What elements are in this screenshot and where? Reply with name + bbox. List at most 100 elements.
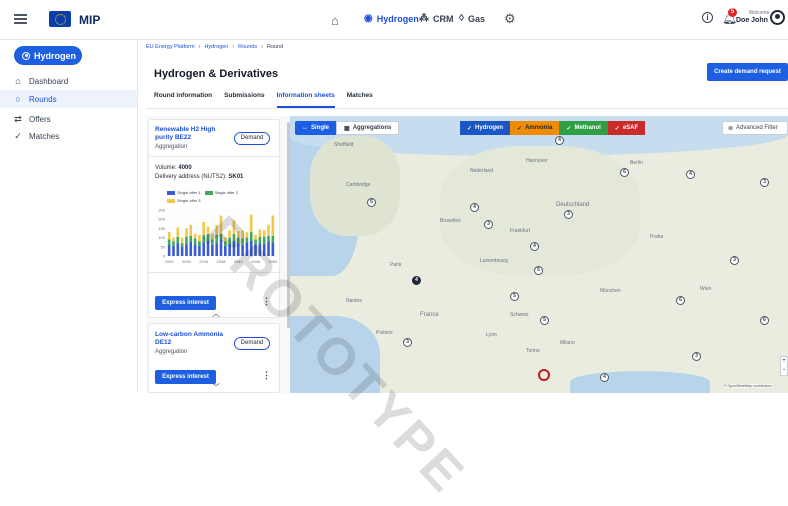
map-marker[interactable]: 5 (510, 292, 519, 301)
y-tick-label: 50 (161, 244, 166, 249)
map-marker[interactable]: 3 (760, 178, 769, 187)
create-demand-request-button[interactable]: Create demand request (707, 63, 788, 81)
bar-segment (215, 234, 218, 244)
map-country-label: France (420, 312, 439, 318)
nav-gas-label: Gas (467, 13, 485, 24)
bar-segment (254, 239, 257, 245)
x-tick-label: 2050 (268, 259, 278, 264)
chevron-down-icon[interactable]: ﹀ (212, 382, 220, 393)
map-city-label: Torino (526, 348, 540, 354)
breadcrumb-item[interactable]: Rounds (238, 44, 257, 50)
express-interest-button[interactable]: Express interest (155, 296, 216, 310)
map-marker[interactable]: 3 (692, 352, 701, 361)
map-marker[interactable]: 3 (564, 210, 573, 219)
tab-round-information[interactable]: Round information (154, 92, 212, 108)
more-options-icon[interactable]: ⋮ (262, 370, 271, 381)
user-avatar-icon[interactable] (770, 10, 785, 25)
nav-hydrogen[interactable]: ◉ Hydrogen (364, 13, 419, 24)
bar-segment (185, 236, 188, 245)
demand-badge: Demand (234, 337, 270, 350)
map-marker[interactable]: 6 (676, 296, 685, 305)
y-tick-label: 100 (158, 235, 165, 240)
map-marker[interactable]: 4 (600, 373, 609, 382)
bar-segment (211, 244, 214, 256)
map-marker[interactable]: 4 (686, 170, 695, 179)
tab-matches[interactable]: Matches (347, 92, 373, 108)
chevron-up-icon[interactable]: ︿ (212, 308, 220, 319)
check-icon: ✓ (467, 125, 473, 132)
map-marker[interactable]: 3 (484, 220, 493, 229)
map-marker[interactable]: 6 (760, 316, 769, 325)
sector-selector-button[interactable]: Hydrogen (14, 46, 82, 65)
legend-item: Single offer 2 (204, 190, 239, 195)
atlantic-sea (290, 316, 380, 393)
bar-segment (249, 214, 253, 233)
map-city-label: Cambridge (346, 182, 371, 188)
info-sheet-card[interactable]: Renewable H2 High purity BE22 Aggregatio… (148, 119, 280, 318)
home-icon[interactable]: ⌂ (331, 13, 339, 28)
mode-single-button[interactable]: ↔ Single (295, 121, 337, 135)
map-marker[interactable]: 4 (530, 242, 539, 251)
more-options-icon[interactable]: ⋮ (262, 296, 271, 307)
menu-icon[interactable] (14, 14, 27, 24)
tab-information-sheets[interactable]: Information sheets (276, 92, 335, 108)
tab-bar: Round information Submissions Informatio… (154, 92, 373, 108)
bar-segment (236, 243, 240, 256)
bar-segment (206, 226, 210, 234)
y-tick-label: 0 (163, 254, 166, 259)
map-marker[interactable]: 6 (620, 168, 629, 177)
zoom-in-button[interactable]: + (781, 357, 787, 366)
swap-icon: ⇄ (14, 113, 22, 124)
nav-crm[interactable]: ⁂ CRM (419, 13, 454, 24)
sidebar-item-label: Matches (29, 131, 60, 141)
card-divider (149, 156, 279, 157)
map-marker[interactable]: 4 (555, 136, 564, 145)
sidebar-item-dashboard[interactable]: ⌂ Dashboard (0, 72, 137, 90)
settings-icon[interactable]: ⚙ (504, 11, 516, 27)
map-marker[interactable]: 4 (412, 276, 421, 285)
filter-ammonia[interactable]: ✓ Ammonia (510, 121, 560, 135)
card-title[interactable]: Low-carbon Ammonia DE12 (155, 331, 235, 347)
advanced-filter-button[interactable]: ⊗ Advanced Filter (722, 121, 788, 135)
card-title[interactable]: Renewable H2 High purity BE22 (155, 126, 235, 142)
bar-segment (258, 243, 262, 256)
sector-label: Hydrogen (34, 50, 77, 61)
map-view[interactable]: Sheffield Cambridge Bruxelles Paris Hann… (290, 116, 788, 393)
map-city-label: Luxembourg (480, 258, 508, 264)
info-icon[interactable]: i (702, 12, 713, 23)
map-marker[interactable]: 3 (403, 338, 412, 347)
filter-methanol[interactable]: ✓ Methanol (559, 121, 608, 135)
breadcrumb-item[interactable]: Hydrogen (204, 44, 228, 50)
filter-esaf[interactable]: ✓ eSAF (607, 121, 646, 135)
volume-info: Volume: 4000 (155, 165, 192, 171)
selected-location-marker[interactable] (538, 369, 550, 381)
info-sheet-card[interactable]: Low-carbon Ammonia DE12 Aggregation Dema… (148, 323, 280, 393)
map-marker[interactable]: 4 (470, 203, 479, 212)
map-city-label: Praha (650, 234, 664, 240)
map-marker[interactable]: 5 (540, 316, 549, 325)
user-name[interactable]: Doe John (736, 17, 768, 24)
legend-swatch (167, 198, 175, 203)
bar-segment (167, 232, 171, 240)
map-marker[interactable]: 3 (730, 256, 739, 265)
legend-label: Single offer 2 (214, 190, 239, 195)
map-zoom-control[interactable]: + − (780, 356, 788, 376)
zoom-out-button[interactable]: − (781, 366, 787, 375)
sidebar-item-matches[interactable]: ✓ Matches (0, 127, 137, 145)
breadcrumb-item[interactable]: EU Energy Platform (146, 44, 195, 50)
filter-hydrogen[interactable]: ✓ Hydrogen (460, 121, 511, 135)
tab-submissions[interactable]: Submissions (224, 92, 264, 108)
map-marker[interactable]: 6 (367, 198, 376, 207)
nav-gas[interactable]: ◊ Gas (459, 13, 485, 24)
filter-label: eSAF (622, 125, 639, 131)
y-tick-label: 250 (158, 208, 165, 213)
bar-segment (232, 220, 236, 234)
map-city-label: Lyon (486, 332, 497, 338)
bar-segment (267, 224, 270, 236)
map-marker[interactable]: 5 (534, 266, 543, 275)
map-attribution[interactable]: © OpenStreetMap contributors (724, 384, 772, 388)
mode-aggregations-button[interactable]: ▦ Aggregations (336, 121, 400, 135)
express-interest-button[interactable]: Express interest (155, 370, 216, 384)
sidebar-item-rounds[interactable]: ○ Rounds (0, 90, 137, 108)
sidebar-item-offers[interactable]: ⇄ Offers (0, 110, 137, 128)
